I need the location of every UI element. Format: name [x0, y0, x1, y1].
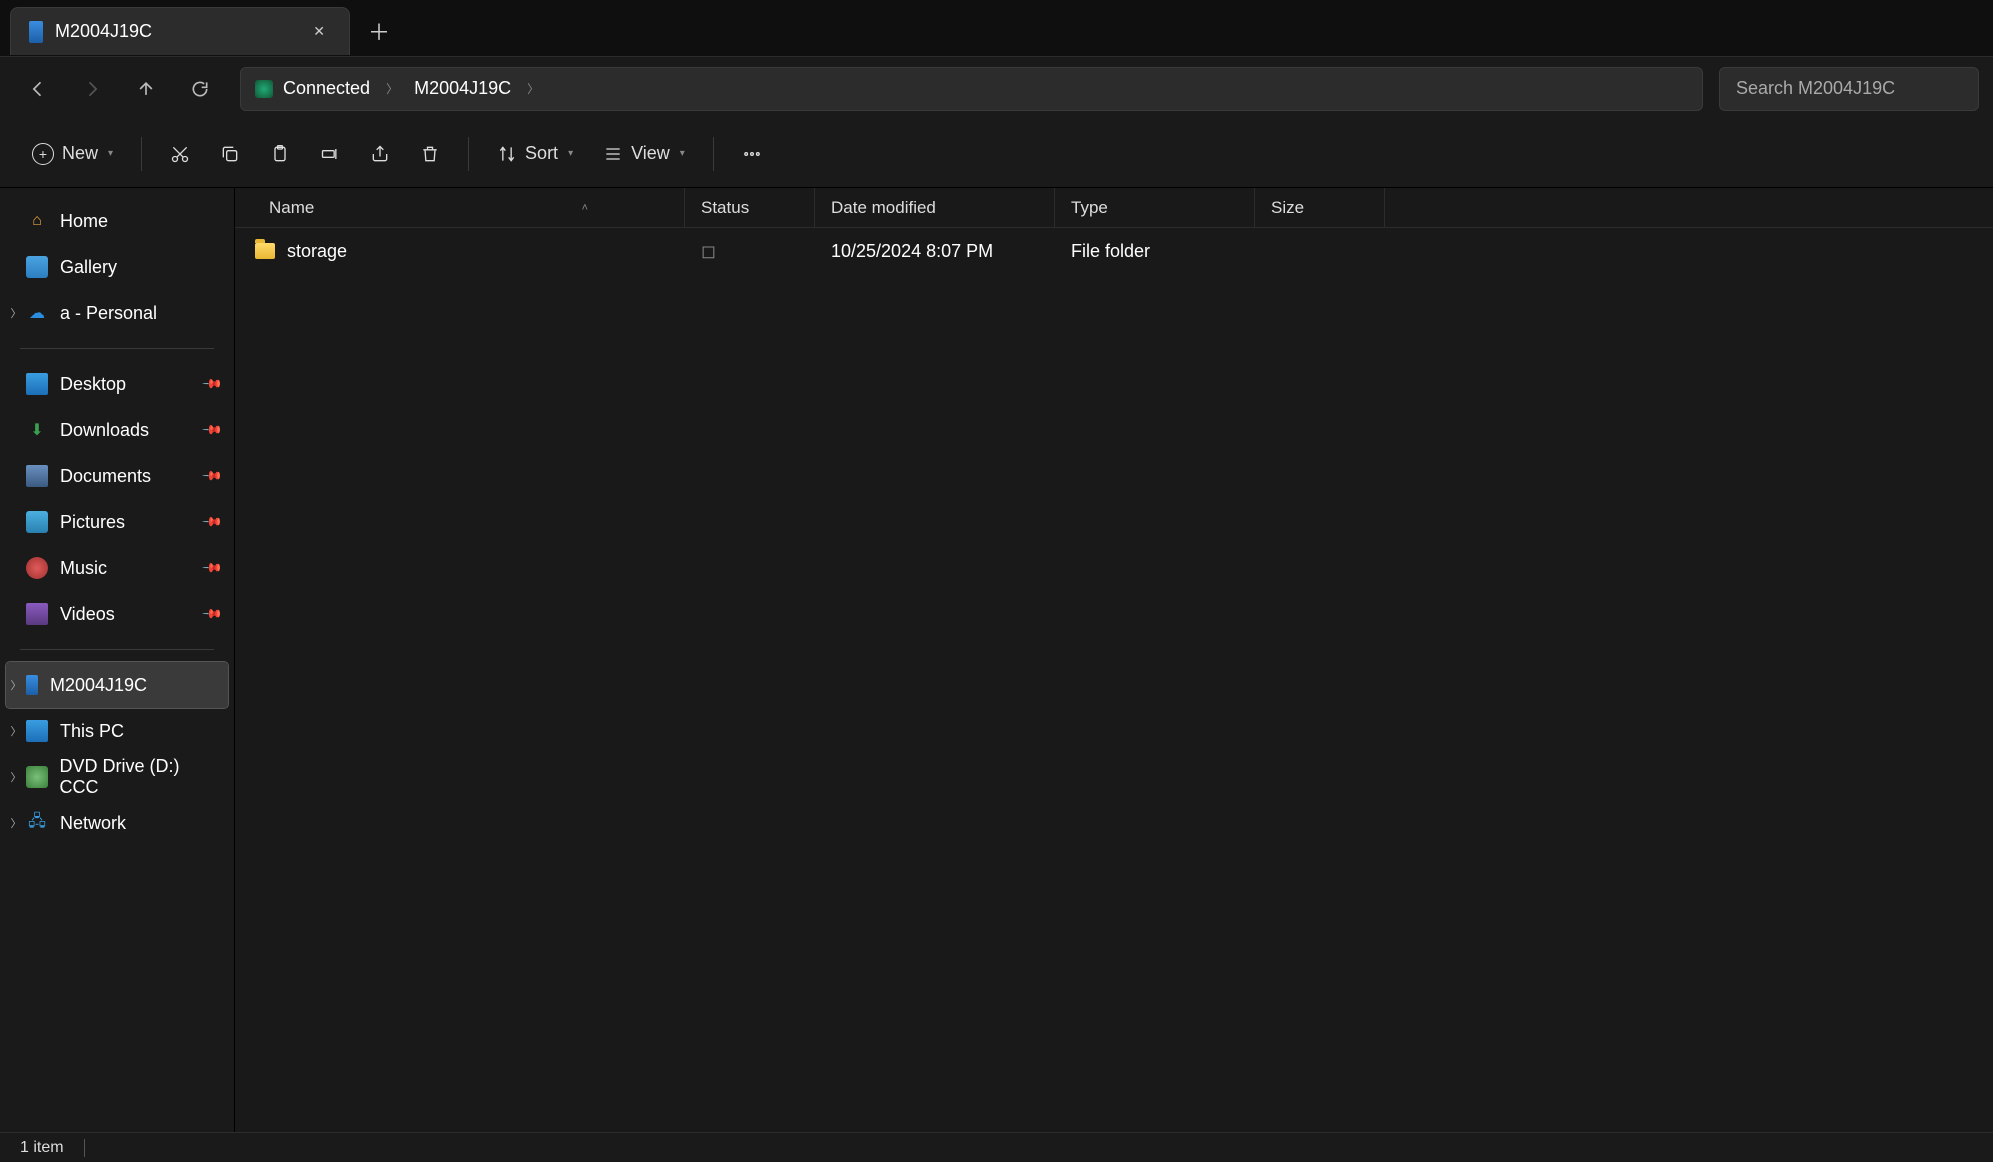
sidebar: ⌂ Home Gallery 〉 ☁ a - Personal Desktop …	[0, 188, 235, 1132]
pin-icon[interactable]: 📌	[201, 465, 224, 488]
file-list[interactable]: storage ◻ 10/25/2024 8:07 PM File folder	[235, 228, 1993, 1132]
sidebar-item-thispc[interactable]: 〉 This PC	[6, 708, 228, 754]
delete-button[interactable]	[408, 132, 452, 176]
column-header-status[interactable]: Status	[685, 188, 815, 227]
chevron-down-icon: ▾	[108, 148, 113, 159]
main: ⌂ Home Gallery 〉 ☁ a - Personal Desktop …	[0, 188, 1993, 1132]
file-name: storage	[287, 241, 347, 262]
cut-button[interactable]	[158, 132, 202, 176]
sidebar-item-dvd[interactable]: 〉 DVD Drive (D:) CCC	[6, 754, 228, 800]
pin-icon[interactable]: 📌	[201, 603, 224, 626]
nav-bar: Connected 〉 M2004J19C 〉 Search M2004J19C	[0, 56, 1993, 120]
search-placeholder: Search M2004J19C	[1736, 78, 1895, 99]
home-icon: ⌂	[26, 210, 48, 232]
sidebar-item-device[interactable]: 〉 M2004J19C	[6, 662, 228, 708]
rename-button[interactable]	[308, 132, 352, 176]
file-row[interactable]: storage ◻ 10/25/2024 8:07 PM File folder	[235, 228, 1993, 274]
column-header-type[interactable]: Type	[1055, 188, 1255, 227]
chevron-right-icon[interactable]: 〉	[8, 677, 24, 693]
sort-ascending-icon: ˄	[582, 202, 588, 214]
copy-button[interactable]	[208, 132, 252, 176]
sidebar-item-onedrive[interactable]: 〉 ☁ a - Personal	[6, 290, 228, 336]
folder-icon	[255, 243, 275, 259]
device-icon	[255, 80, 273, 98]
share-button[interactable]	[358, 132, 402, 176]
close-tab-button[interactable]: ✕	[307, 19, 331, 44]
breadcrumb-root[interactable]: Connected	[283, 78, 370, 99]
plus-circle-icon: +	[32, 143, 54, 165]
chevron-right-icon[interactable]: 〉	[380, 80, 404, 97]
sidebar-item-gallery[interactable]: Gallery	[6, 244, 228, 290]
chevron-down-icon: ▾	[568, 148, 573, 159]
phone-icon	[26, 675, 38, 695]
separator	[141, 137, 142, 171]
pin-icon[interactable]: 📌	[201, 511, 224, 534]
separator	[84, 1139, 85, 1157]
separator	[468, 137, 469, 171]
search-input[interactable]: Search M2004J19C	[1719, 67, 1979, 111]
view-button[interactable]: View ▾	[591, 132, 697, 176]
sidebar-item-network[interactable]: 〉 🖧 Network	[6, 800, 228, 846]
gallery-icon	[26, 256, 48, 278]
column-header-name[interactable]: Name ˄	[235, 188, 685, 227]
sort-icon	[497, 144, 517, 164]
pin-icon[interactable]: 📌	[201, 419, 224, 442]
separator	[20, 649, 214, 650]
column-headers: Name ˄ Status Date modified Type Size	[235, 188, 1993, 228]
sidebar-item-desktop[interactable]: Desktop 📌	[6, 361, 228, 407]
pin-icon[interactable]: 📌	[201, 373, 224, 396]
chevron-right-icon[interactable]: 〉	[521, 80, 545, 97]
toolbar: + New ▾ Sort ▾ View ▾	[0, 120, 1993, 188]
disc-icon	[26, 766, 48, 788]
content-area: Name ˄ Status Date modified Type Size st…	[235, 188, 1993, 1132]
address-bar[interactable]: Connected 〉 M2004J19C 〉	[240, 67, 1703, 111]
sidebar-item-downloads[interactable]: ⬇ Downloads 📌	[6, 407, 228, 453]
cloud-icon: ☁	[26, 302, 48, 324]
new-tab-button[interactable]: ＋	[350, 5, 408, 57]
tab-active[interactable]: M2004J19C ✕	[10, 7, 350, 55]
separator	[713, 137, 714, 171]
sidebar-item-music[interactable]: Music 📌	[6, 545, 228, 591]
item-count: 1 item	[20, 1139, 64, 1157]
up-button[interactable]	[122, 65, 170, 113]
chevron-right-icon[interactable]: 〉	[8, 815, 24, 831]
status-bar: 1 item	[0, 1132, 1993, 1162]
video-icon	[26, 603, 48, 625]
paste-button[interactable]	[258, 132, 302, 176]
chevron-right-icon[interactable]: 〉	[8, 723, 24, 739]
chevron-right-icon[interactable]: 〉	[8, 305, 24, 321]
music-icon	[26, 557, 48, 579]
desktop-icon	[26, 373, 48, 395]
phone-icon	[29, 21, 43, 43]
pin-icon[interactable]: 📌	[201, 557, 224, 580]
breadcrumb-current[interactable]: M2004J19C	[414, 78, 511, 99]
document-icon	[26, 465, 48, 487]
tab-bar: M2004J19C ✕ ＋	[0, 0, 1993, 56]
back-button[interactable]	[14, 65, 62, 113]
sidebar-item-pictures[interactable]: Pictures 📌	[6, 499, 228, 545]
column-header-date[interactable]: Date modified	[815, 188, 1055, 227]
column-header-size[interactable]: Size	[1255, 188, 1385, 227]
pc-icon	[26, 720, 48, 742]
new-button[interactable]: + New ▾	[20, 132, 125, 176]
picture-icon	[26, 511, 48, 533]
more-button[interactable]	[730, 132, 774, 176]
tab-title: M2004J19C	[55, 21, 295, 42]
sidebar-item-home[interactable]: ⌂ Home	[6, 198, 228, 244]
file-type: File folder	[1055, 241, 1255, 262]
sidebar-item-videos[interactable]: Videos 📌	[6, 591, 228, 637]
chevron-down-icon: ▾	[680, 148, 685, 159]
network-icon: 🖧	[26, 812, 48, 834]
chevron-right-icon[interactable]: 〉	[8, 769, 24, 785]
file-status: ◻	[685, 241, 815, 262]
separator	[20, 348, 214, 349]
refresh-button[interactable]	[176, 65, 224, 113]
download-icon: ⬇	[26, 419, 48, 441]
sort-button[interactable]: Sort ▾	[485, 132, 585, 176]
view-icon	[603, 144, 623, 164]
forward-button[interactable]	[68, 65, 116, 113]
sidebar-item-documents[interactable]: Documents 📌	[6, 453, 228, 499]
file-date: 10/25/2024 8:07 PM	[815, 241, 1055, 262]
